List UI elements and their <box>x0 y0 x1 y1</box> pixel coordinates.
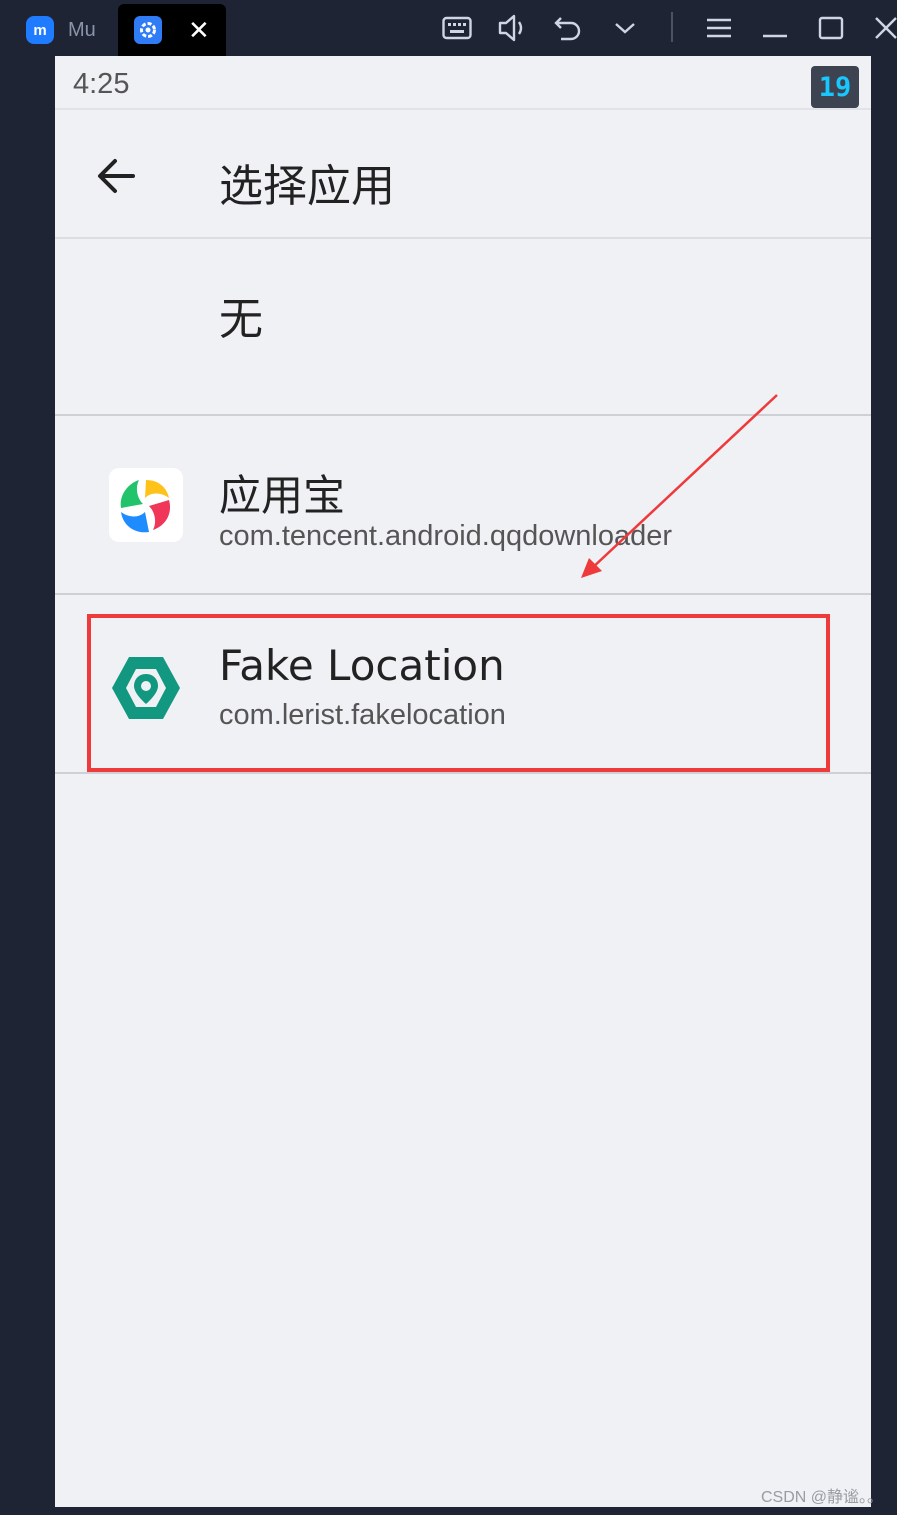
app-name: 应用宝 <box>219 471 346 520</box>
status-clock: 4:25 <box>73 68 130 100</box>
app-package: com.tencent.android.qqdownloader <box>219 520 673 552</box>
emulator-bottom-edge <box>0 1507 897 1515</box>
tab-label: Mu <box>68 18 96 41</box>
settings-gear-icon <box>134 16 162 44</box>
arrow-left-icon <box>98 159 135 193</box>
yingyongbao-icon <box>109 468 183 542</box>
watermark: CSDN @静谧。。 <box>760 1489 883 1506</box>
tab-mumu[interactable]: m Mu <box>14 4 114 56</box>
keyboard-icon[interactable] <box>441 12 473 44</box>
app-name: Fake Location <box>219 641 505 690</box>
status-badge: 19 <box>811 66 859 108</box>
mumu-logo-icon: m <box>26 16 54 44</box>
list-item-yingyongbao[interactable]: 应用宝 com.tencent.android.qqdownloader <box>55 416 871 595</box>
list-item-label: 无 <box>219 294 263 345</box>
fake-location-icon <box>109 651 183 725</box>
list-item-none[interactable]: 无 <box>55 239 871 416</box>
page-title: 选择应用 <box>219 161 395 212</box>
chevron-down-icon[interactable] <box>609 12 641 44</box>
volume-icon[interactable] <box>496 12 528 44</box>
minimize-icon[interactable] <box>759 12 791 44</box>
toolbar-divider <box>671 12 673 42</box>
close-icon[interactable] <box>870 12 897 44</box>
close-tab-button[interactable]: ✕ <box>188 17 210 43</box>
menu-icon[interactable] <box>703 12 735 44</box>
undo-icon[interactable] <box>552 12 584 44</box>
maximize-icon[interactable] <box>815 12 847 44</box>
status-bar: 4:25 19 <box>55 56 871 108</box>
tab-settings[interactable]: ✕ <box>118 4 226 56</box>
list-item-fake-location[interactable]: Fake Location com.lerist.fakelocation <box>55 595 871 774</box>
app-bar: 选择应用 <box>55 108 871 239</box>
android-screen: 4:25 19 选择应用 无 应用宝 com.tencent.android.q… <box>55 56 871 1507</box>
emulator-title-bar: m Mu ✕ <box>0 0 897 56</box>
app-package: com.lerist.fakelocation <box>219 699 506 731</box>
back-button[interactable] <box>89 148 145 204</box>
